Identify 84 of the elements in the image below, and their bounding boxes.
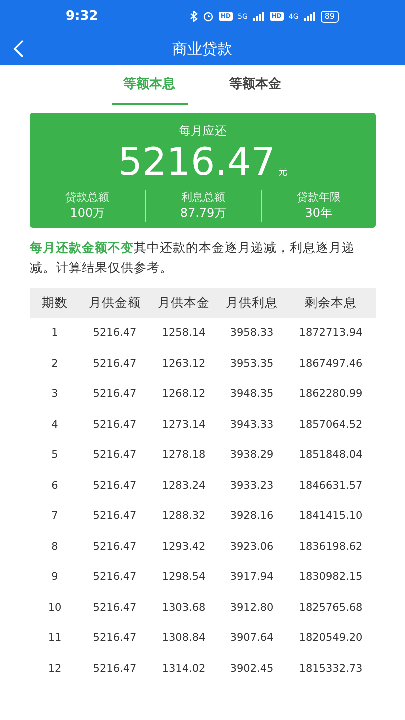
table-cell-text: 1841415.10: [298, 510, 364, 522]
column-header: 期数: [41, 294, 69, 312]
table-cell-text: 5216.47: [92, 449, 138, 462]
summary-caption: 每月应还: [179, 123, 227, 140]
table-cell-text: 2: [50, 358, 60, 370]
table-cell-text: 3: [50, 388, 60, 400]
tab[interactable]: 等额本金: [218, 65, 294, 105]
page-title: 商业贷款: [172, 40, 232, 58]
table-cell-text: 1268.12: [161, 388, 207, 400]
note-text: 每月还款金额不变其中还款的本金逐月递减，利息逐月递减。计算结果仅供参考。: [30, 239, 356, 277]
table-cell-text: 1851848.04: [298, 449, 364, 462]
table-cell-text: 3923.06: [229, 540, 275, 553]
status-time: 9:32: [66, 9, 98, 24]
table-cell-text: 1283.24: [161, 480, 207, 492]
table-cell-text: 3953.35: [229, 358, 275, 370]
monthly-amount: 5216.47: [118, 140, 276, 184]
column-header: 月供本金: [157, 294, 211, 312]
battery-level: 89: [320, 10, 339, 22]
table-cell-text: 1263.12: [161, 358, 207, 370]
column-header: 剩余本息: [304, 294, 358, 312]
table-cell-text: 1293.42: [161, 540, 207, 553]
table-cell-text: 1298.54: [161, 571, 207, 584]
table-cell-text: 1836198.62: [298, 540, 364, 553]
table-cell-text: 5216.47: [92, 510, 138, 522]
table-cell-text: 1258.14: [161, 327, 207, 340]
table-cell-text: 4: [50, 418, 60, 431]
table-cell-text: 7: [50, 510, 60, 522]
table-cell-text: 3907.64: [229, 632, 275, 644]
table-cell-text: 5216.47: [92, 358, 138, 370]
table-cell-text: 12: [47, 662, 63, 675]
table-cell-text: 5216.47: [92, 571, 138, 584]
stat-label: 利息总额: [181, 190, 226, 205]
table-cell-text: 3948.35: [229, 388, 275, 400]
table-cell-text: 5216.47: [92, 662, 138, 675]
table-cell-text: 5216.47: [92, 540, 138, 553]
table-cell-text: 1820549.20: [298, 632, 364, 644]
table-cell-text: 3958.33: [229, 327, 275, 340]
stat-value: 30年: [305, 205, 332, 222]
table-cell-text: 5216.47: [92, 602, 138, 614]
table-cell-text: 5216.47: [92, 632, 138, 644]
table-cell-text: 3917.94: [229, 571, 275, 584]
currency-unit: 元: [278, 167, 288, 179]
bluetooth-icon: [190, 11, 198, 22]
table-cell-text: 9: [50, 571, 60, 584]
table-cell-text: 5216.47: [92, 418, 138, 431]
table-cell-text: 1273.14: [161, 418, 207, 431]
table-cell-text: 1278.18: [161, 449, 207, 462]
signal-icon: [304, 12, 316, 21]
column-header: 月供利息: [225, 294, 279, 312]
table-cell-text: 8: [50, 540, 60, 553]
table-cell-text: 6: [50, 480, 60, 492]
table-cell-text: 5216.47: [92, 327, 138, 340]
table-cell-text: 1303.68: [161, 602, 207, 614]
table-cell-text: 3928.16: [229, 510, 275, 522]
table-cell-text: 1862280.99: [298, 388, 364, 400]
table-cell-text: 1846631.57: [298, 480, 364, 492]
table-cell-text: 1308.84: [161, 632, 207, 644]
stat-value: 100万: [70, 205, 106, 222]
table-cell-text: 1830982.15: [298, 571, 364, 584]
signal-icon: [252, 12, 265, 21]
stat-label: 贷款年限: [296, 190, 341, 205]
table-cell-text: 1288.32: [161, 510, 207, 522]
table-cell-text: 1815332.73: [298, 662, 364, 675]
column-header: 月供金额: [88, 294, 142, 312]
stat-label: 贷款总额: [66, 190, 110, 205]
table-cell-text: 3902.45: [229, 662, 275, 675]
table-cell-text: 3943.33: [229, 418, 275, 431]
table-cell-text: 5216.47: [92, 388, 138, 400]
table-cell-text: 3938.29: [229, 449, 275, 462]
back-icon[interactable]: [13, 40, 25, 58]
table-cell-text: 10: [47, 602, 63, 614]
alarm-icon: [203, 11, 214, 22]
table-cell-text: 5: [50, 449, 60, 462]
table-cell-text: 1872713.94: [298, 327, 364, 340]
table-cell-text: 3912.80: [229, 602, 275, 614]
table-cell-text: 1: [50, 327, 60, 340]
stat-value: 87.79万: [180, 205, 227, 222]
table-cell-text: 5216.47: [92, 480, 138, 492]
table-cell-text: 1825765.68: [298, 602, 364, 614]
table-cell-text: 1867497.46: [298, 358, 364, 370]
table-cell-text: 1857064.52: [298, 418, 364, 431]
table-cell-text: 3933.23: [229, 480, 275, 492]
table-cell-text: 1314.02: [161, 662, 207, 675]
table-cell-text: 11: [47, 632, 63, 644]
